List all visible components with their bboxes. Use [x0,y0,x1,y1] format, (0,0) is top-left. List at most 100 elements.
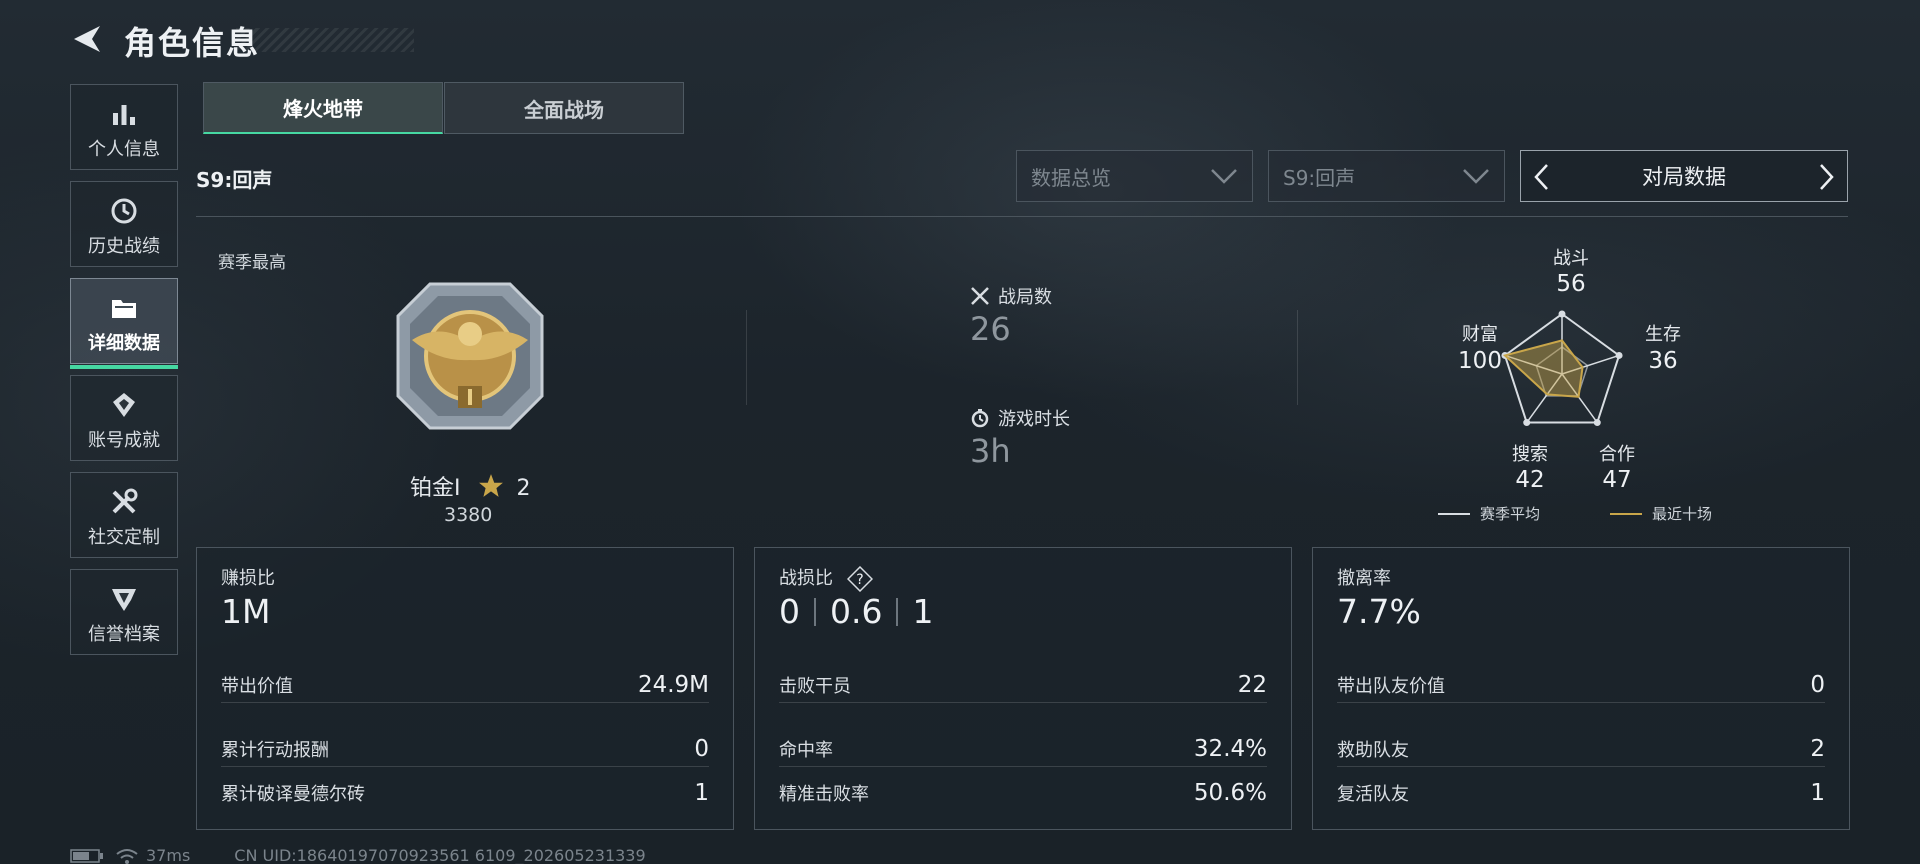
matches-value: 26 [970,310,1011,348]
row-value: 22 [1237,672,1267,698]
panel-label-wrap: 战损比 ? [779,564,873,592]
active-indicator [70,365,178,369]
season-label: S9:回声 [196,168,273,192]
section-divider [196,216,1848,217]
profit-panel: 赚损比 1M 带出价值 24.9M 累计行动报酬 0 累计破译曼德尔砖 1 [196,547,734,830]
chevron-down-icon [1463,169,1489,184]
dropdown-value: 数据总览 [1031,165,1111,190]
radar-value-combat: 56 [1556,271,1586,297]
kd-ratio-avg: 0.6 [830,592,883,631]
stat-row: 复活队友 1 [1337,761,1825,825]
battery-icon [70,848,103,863]
data-overview-dropdown[interactable]: 数据总览 [1016,150,1253,202]
chevron-down-icon [1211,169,1237,184]
panel-value: 7.7% [1337,592,1421,631]
title-decoration [236,28,414,52]
playtime-stat: 游戏时长 [970,405,1070,431]
sidebar-item-label: 账号成就 [88,430,160,451]
rank-stars: 2 [516,476,531,501]
help-icon[interactable]: ? [846,566,873,592]
timer-icon [971,409,989,428]
row-label: 精准击败率 [779,784,869,805]
row-divider [1337,702,1825,703]
sidebar-item-history[interactable]: 历史战绩 [70,181,178,267]
kd-ratio: 0 0.6 1 [779,592,933,631]
radar-value-search: 42 [1515,467,1545,493]
radar-label-search: 搜索 [1512,444,1548,465]
sidebar-item-personal-info[interactable]: 个人信息 [70,84,178,170]
rank-text: 铂金Ⅰ 2 [410,470,531,502]
radar-label-wealth: 财富 [1462,324,1498,345]
row-label: 累计行动报酬 [221,740,329,761]
row-value: 0 [1810,672,1825,698]
clock-icon [111,198,137,224]
bar-chart-icon [113,105,135,125]
sidebar-item-label: 社交定制 [88,527,160,548]
panel-label: 赚损比 [221,568,275,589]
chevron-right-icon[interactable] [1815,163,1837,191]
status-bar: 37ms CN UID:18640197070923561 6109_20260… [70,846,646,864]
row-value: 50.6% [1193,780,1267,806]
radar-axis-dot [1523,419,1531,427]
row-value: 1 [1810,780,1825,806]
achievement-icon [113,393,135,417]
legend-label: 赛季平均 [1480,505,1541,523]
kd-ratio-max: 1 [912,592,934,631]
folder-icon [112,300,136,318]
radar-label-survival: 生存 [1645,324,1681,345]
row-value: 32.4% [1193,736,1267,762]
radar-axis-dot [1615,351,1623,359]
radar-axis-dot [1593,419,1601,427]
legend-recent: 最近十场 [1610,503,1712,524]
playtime-label: 游戏时长 [998,409,1070,430]
row-label: 带出队友价值 [1337,676,1445,697]
extract-panel: 撤离率 7.7% 带出队友价值 0 救助队友 2 复活队友 1 [1312,547,1850,830]
stat-row: 累计破译曼德尔砖 1 [221,761,709,825]
legend-swatch [1438,512,1470,515]
season-dropdown[interactable]: S9:回声 [1268,150,1505,202]
page-title: 角色信息 [124,24,261,62]
rank-badge-icon [396,282,544,430]
ping-text: 37ms [146,846,191,864]
wifi-icon [116,848,138,864]
sidebar-item-social[interactable]: 社交定制 [70,472,178,558]
sidebar-item-detail-data[interactable]: 详细数据 [70,278,178,369]
rank-score: 3380 [444,504,493,526]
sidebar-item-label: 历史战绩 [88,236,160,257]
tab-firezone[interactable]: 烽火地带 [203,82,443,134]
radar-label-cooperation: 合作 [1599,444,1635,465]
legend-season-avg: 赛季平均 [1438,503,1540,524]
radar-value-wealth: 100 [1458,348,1502,374]
chevron-left-icon[interactable] [1531,163,1553,191]
tab-all-battlefield[interactable]: 全面战场 [444,82,684,134]
sidebar-item-achievements[interactable]: 账号成就 [70,375,178,461]
row-label: 命中率 [779,740,833,761]
row-value: 2 [1810,736,1825,762]
legend-label: 最近十场 [1652,505,1713,523]
row-value: 0 [694,736,709,762]
radar-value-survival: 36 [1648,348,1678,374]
mode-switch: 对局数据 [1520,150,1848,202]
uid-text: CN UID:18640197070923561 6109_2026052313… [234,846,646,864]
row-divider [779,702,1267,703]
stat-row: 精准击败率 50.6% [779,761,1267,825]
matches-label: 战局数 [998,287,1052,308]
sidebar-item-label: 信誉档案 [88,624,160,645]
svg-text:?: ? [856,572,863,588]
mode-switch-label: 对局数据 [1642,165,1726,189]
crossed-swords-icon [971,287,989,305]
back-arrow-icon[interactable] [70,22,104,56]
radar-axis-dot [1558,310,1566,318]
sidebar-item-label: 个人信息 [88,139,160,160]
panel-label: 撤离率 [1337,568,1391,589]
dropdown-value: S9:回声 [1283,165,1356,190]
row-label: 击败干员 [779,676,851,697]
panel-value: 1M [221,592,271,631]
row-label: 带出价值 [221,676,293,697]
column-divider [746,310,747,405]
stat-row: 击败干员 22 [779,653,1267,717]
reputation-icon [112,589,136,611]
sidebar-item-label: 详细数据 [88,333,160,354]
sidebar-item-reputation[interactable]: 信誉档案 [70,569,178,655]
legend-swatch [1610,512,1642,515]
